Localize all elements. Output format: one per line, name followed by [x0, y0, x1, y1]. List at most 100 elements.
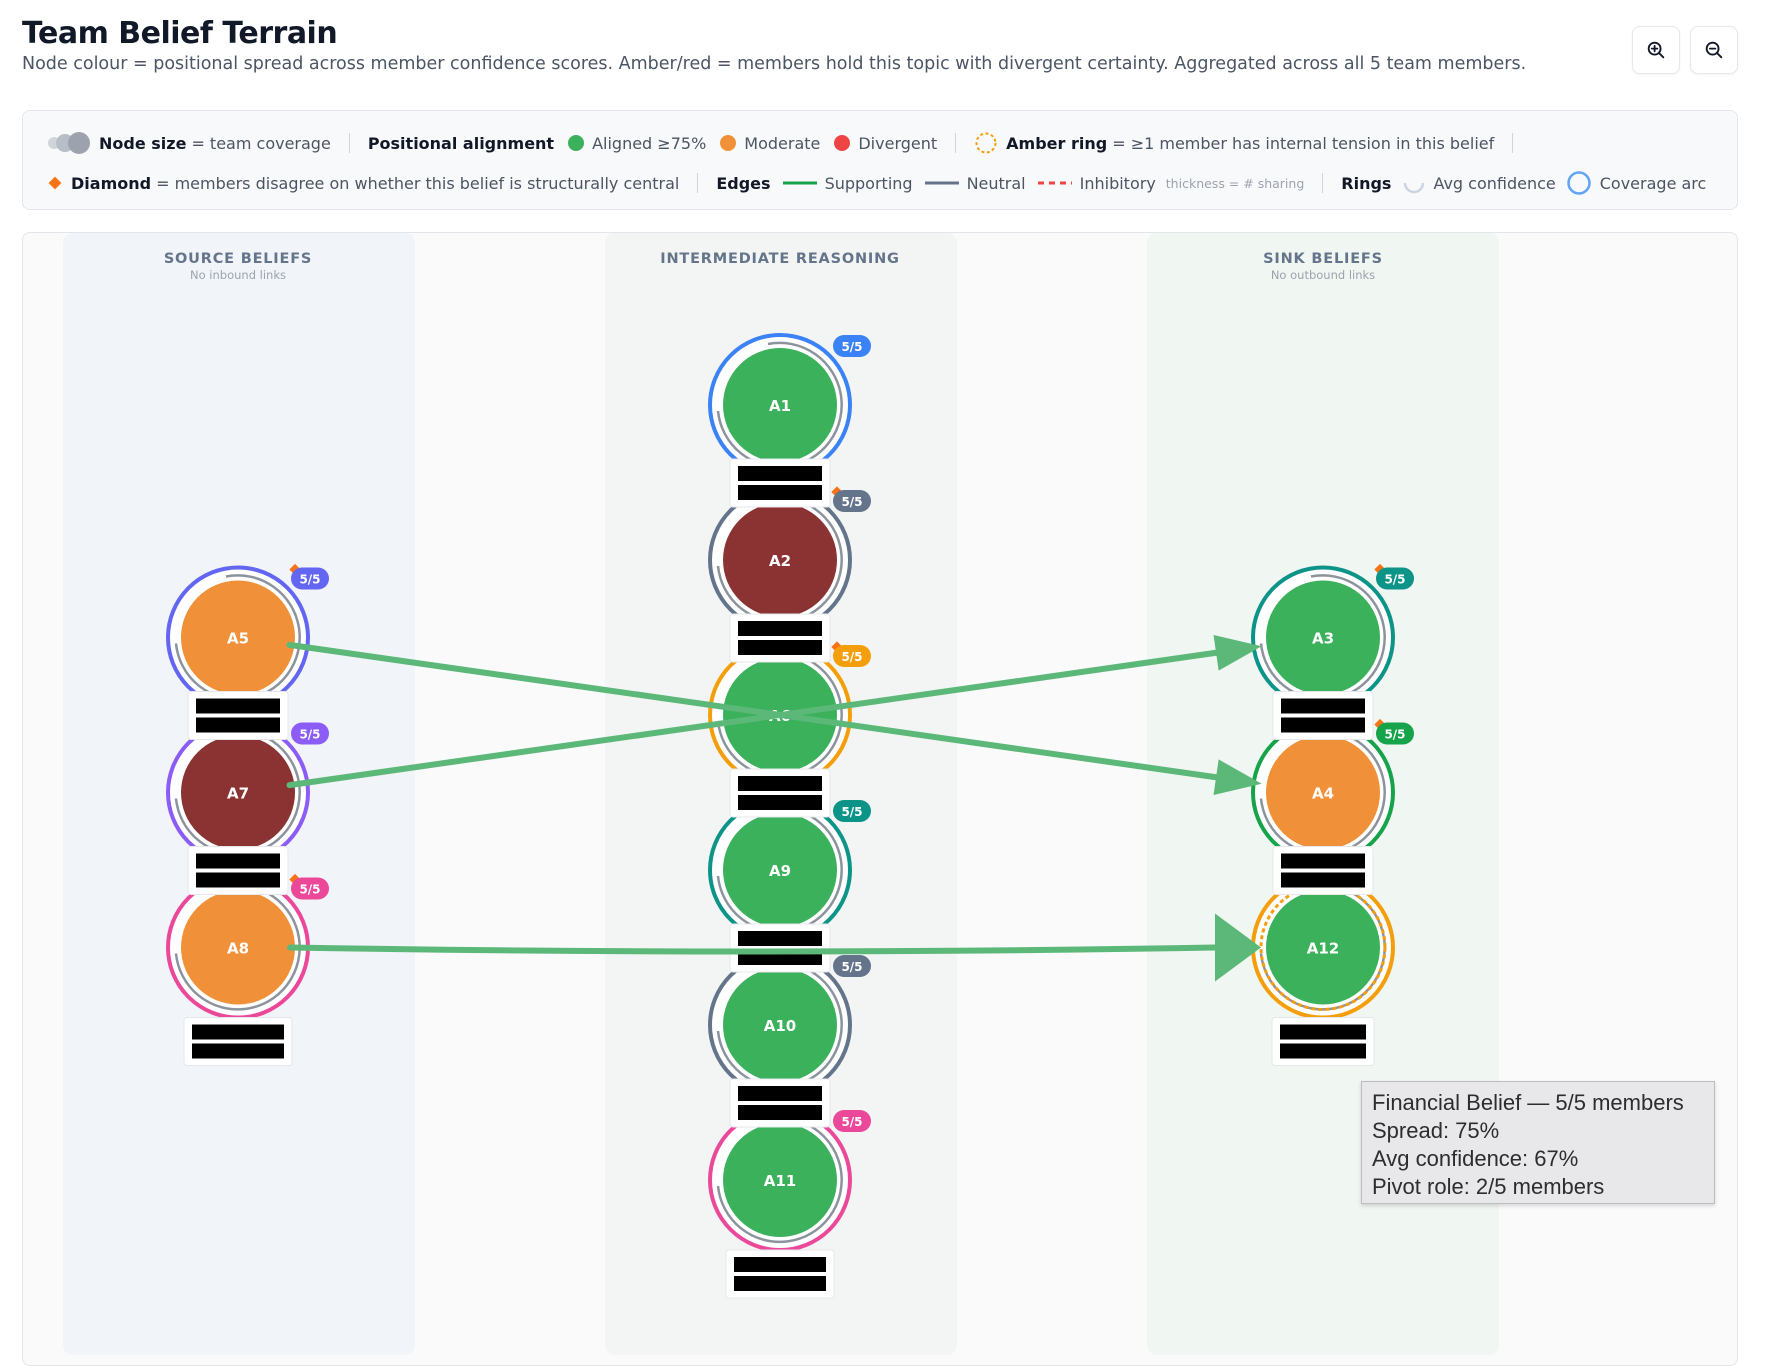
node-id-label: A3	[1312, 630, 1334, 648]
diamond-text: = members disagree on whether this belie…	[156, 173, 680, 193]
tooltip-line: Avg confidence: 67%	[1372, 1146, 1579, 1171]
inhibitory-edge-swatch	[1037, 181, 1072, 185]
zoom-out-icon	[1705, 41, 1723, 59]
redacted-name-label	[183, 1017, 293, 1066]
coverage-arc-icon	[1567, 171, 1591, 195]
redaction-bar	[738, 621, 822, 636]
member-count-text: 5/5	[841, 340, 862, 354]
column-title: SOURCE BELIEFS	[164, 251, 312, 267]
redaction-bar	[1281, 853, 1365, 869]
avg-confidence-ring-icon	[1404, 182, 1425, 194]
aligned-label: Aligned ≥75%	[592, 133, 707, 153]
supporting-edge-swatch	[782, 181, 817, 185]
member-count-text: 5/5	[299, 573, 320, 587]
legend-divider	[955, 133, 957, 153]
redacted-name-label	[187, 846, 289, 895]
belief-node-a12[interactable]: A12	[1251, 875, 1395, 1020]
legend-row-2: Diamond = members disagree on whether th…	[47, 170, 1706, 196]
redacted-name-label	[729, 768, 831, 818]
diamond-icon	[48, 176, 62, 190]
redacted-name-label	[1272, 691, 1374, 740]
node-id-label: A4	[1312, 785, 1334, 803]
legend-divider	[348, 133, 350, 153]
node-id-label: A8	[227, 940, 249, 958]
redaction-bar	[734, 1257, 826, 1272]
member-count-text: 5/5	[841, 960, 862, 974]
redacted-name-label	[1272, 846, 1374, 895]
member-count-text: 5/5	[841, 1115, 862, 1129]
member-count-text: 5/5	[299, 728, 320, 742]
edges-label: Edges	[716, 173, 771, 193]
legend-divider	[1322, 173, 1324, 193]
supporting-label: Supporting	[824, 173, 913, 193]
redacted-name-label	[729, 1078, 831, 1128]
node-id-label: A9	[769, 862, 791, 880]
rings-label: Rings	[1341, 173, 1392, 193]
redacted-name-label	[187, 691, 289, 740]
redaction-bar	[1281, 872, 1365, 888]
aligned-swatch	[568, 135, 585, 151]
coverage-arc-label: Coverage arc	[1599, 173, 1707, 193]
column-title: INTERMEDIATE REASONING	[660, 251, 899, 267]
zoom-in-icon	[1647, 41, 1665, 59]
redacted-name-label	[1271, 1017, 1375, 1066]
redaction-bar	[738, 776, 822, 791]
redaction-bar	[1281, 717, 1365, 733]
redacted-name-label	[729, 923, 831, 973]
redacted-name-label	[729, 613, 831, 663]
moderate-swatch	[720, 135, 737, 151]
redaction-bar	[196, 872, 280, 888]
redaction-bar	[1280, 1024, 1366, 1040]
redacted-name-label	[729, 458, 831, 508]
redaction-bar	[738, 931, 822, 946]
node-size-text: = team coverage	[191, 133, 331, 153]
page-subtitle: Node colour = positional spread across m…	[22, 54, 1527, 74]
legend-divider	[697, 173, 699, 193]
redaction-bar	[1281, 698, 1365, 714]
amber-ring-text: = ≥1 member has internal tension in this…	[1112, 133, 1495, 153]
redaction-bar	[192, 1043, 284, 1059]
redaction-bar	[1280, 1043, 1366, 1059]
column-title: SINK BELIEFS	[1263, 251, 1383, 267]
amber-ring-label: Amber ring	[1006, 133, 1108, 153]
amber-ring-icon	[975, 132, 997, 154]
column-subtitle: No outbound links	[1271, 268, 1375, 282]
avg-confidence-label: Avg confidence	[1433, 173, 1556, 193]
belief-graph-canvas[interactable]: SOURCE BELIEFS No inbound links INTERMEDIA…	[22, 232, 1738, 1366]
redaction-bar	[738, 795, 822, 810]
column-subtitle: No inbound links	[190, 268, 286, 282]
redaction-bar	[738, 640, 822, 655]
node-id-label: A11	[764, 1172, 796, 1190]
node-id-label: A7	[227, 785, 249, 803]
node-id-label: A2	[769, 552, 791, 570]
tooltip-line: Pivot role: 2/5 members	[1372, 1174, 1605, 1199]
diamond-label: Diamond	[71, 173, 152, 193]
member-count-text: 5/5	[841, 495, 862, 509]
redaction-bar	[738, 1105, 822, 1120]
node-size-icon	[48, 132, 90, 154]
legend-divider	[1512, 133, 1514, 153]
redaction-bar	[192, 1024, 284, 1040]
legend-panel: Node size = team coverage Positional ali…	[22, 110, 1738, 210]
redaction-bar	[196, 717, 280, 733]
tooltip-line: Spread: 75%	[1372, 1118, 1500, 1143]
redaction-bar	[196, 853, 280, 869]
node-id-label: A1	[769, 397, 791, 415]
redaction-bar	[738, 1086, 822, 1101]
neutral-label: Neutral	[966, 173, 1026, 193]
zoom-out-button[interactable]	[1690, 26, 1738, 74]
redacted-name-label	[725, 1249, 835, 1299]
member-count-text: 5/5	[1384, 728, 1405, 742]
member-count-text: 5/5	[299, 883, 320, 897]
inhibitory-label: Inhibitory	[1079, 173, 1156, 193]
page-title: Team Belief Terrain	[22, 16, 338, 51]
divergent-swatch	[834, 135, 851, 151]
node-id-label: A10	[764, 1017, 796, 1035]
moderate-label: Moderate	[744, 133, 821, 153]
node-id-label: A12	[1307, 940, 1339, 958]
redaction-bar	[734, 1276, 826, 1291]
zoom-in-button[interactable]	[1632, 26, 1680, 74]
redaction-bar	[738, 466, 822, 481]
tooltip-line: Financial Belief — 5/5 members	[1372, 1090, 1684, 1115]
member-count-text: 5/5	[841, 650, 862, 664]
